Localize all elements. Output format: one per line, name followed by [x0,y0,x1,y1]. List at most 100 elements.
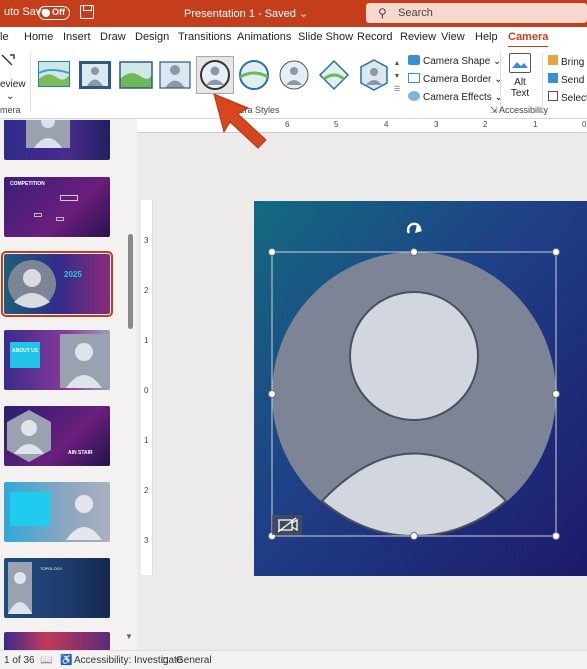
slide-avatar [60,334,108,388]
ruler-tick: 4 [384,120,389,129]
slide-avatar [66,495,102,540]
ruler-tick: 2 [483,120,488,129]
gallery-more-icon[interactable]: ☰ [392,83,402,96]
slide-highlight-box [10,342,40,368]
tab-home[interactable]: Home [24,31,53,43]
toggle-knob [42,9,50,17]
camera-feed-circle[interactable] [272,252,556,538]
camera-shape-button[interactable]: Camera Shape ⌄ [408,55,501,67]
tab-view[interactable]: View [441,31,465,43]
camera-effects-button[interactable]: Camera Effects ⌄ [408,91,503,103]
send-backward-icon [548,73,558,83]
gallery-scroll[interactable]: ▲ ▼ ☰ [392,57,402,97]
tab-animations[interactable]: Animations [237,31,291,43]
slide-thumbnail[interactable]: TOPOLOGY [4,558,110,618]
review-label: eview [0,79,26,90]
document-title[interactable]: Presentation 1 - Saved ⌄ [184,7,308,20]
tab-slide-show[interactable]: Slide Show [298,31,353,43]
send-backward-button[interactable]: Send B [548,73,587,86]
vertical-ruler: 3 2 1 0 1 2 3 [141,200,153,575]
sensitivity-icon: □ [162,655,169,666]
tab-file[interactable]: le [0,31,9,43]
slide-box [60,195,78,201]
notes-icon[interactable]: 📖 [40,655,52,666]
camera-style-thumb[interactable] [356,57,392,93]
tab-help[interactable]: Help [475,31,498,43]
slide-highlight-box [10,492,50,526]
ruler-tick: 0 [582,120,587,129]
camera-styles-launcher-icon[interactable]: ⇲ [490,105,498,116]
slide-thumbnail[interactable]: COMPETITION [4,177,110,237]
ruler-tick: 5 [334,120,339,129]
slide-caption: ABOUT US [12,348,39,354]
slide-thumbnail-selected[interactable]: 2025 [1,251,113,317]
panel-scroll-down-icon[interactable]: ▼ [125,632,133,641]
camera-style-thumb[interactable] [77,57,113,93]
status-bar: 1 of 36 📖 ♿ Accessibility: Investigate □… [0,650,587,669]
slide-hexagon-avatar [7,410,51,462]
tab-design[interactable]: Design [135,31,169,43]
bring-forward-button[interactable]: Bring F [548,55,587,68]
panel-scrollbar-thumb[interactable] [128,234,133,329]
slide-count[interactable]: 1 of 36 [4,655,35,666]
slide-caption: COMPETITION [10,181,45,187]
avatar-head [349,291,479,421]
camera-style-thumb[interactable] [157,57,193,93]
tab-record[interactable]: Record [357,31,392,43]
pointer-arrow-icon [213,93,267,149]
group-divider [542,53,543,111]
ruler-tick: 3 [144,236,149,245]
tab-draw[interactable]: Draw [100,31,126,43]
bring-forward-icon [548,55,558,65]
ruler-tick: 6 [285,120,290,129]
gallery-up-icon[interactable]: ▲ [392,57,402,70]
slide-avatar-circle [8,260,56,308]
tab-transitions[interactable]: Transitions [178,31,231,43]
camera-style-thumb[interactable] [118,57,154,93]
tab-review[interactable]: Review [400,31,436,43]
title-bar: uto Save Off Presentation 1 - Saved ⌄ ⚲ … [0,0,587,27]
camera-style-thumb[interactable] [316,57,352,93]
slide-thumbnail[interactable] [4,482,110,542]
selection-pane-label: Selecti [561,93,587,104]
camera-border-button[interactable]: Camera Border ⌄ [408,73,503,85]
alt-text-label-1: Alt [514,77,526,88]
search-box[interactable]: ⚲ Search [366,3,587,23]
camera-style-thumb[interactable] [276,57,312,93]
slide-thumbnail[interactable] [4,120,110,160]
camera-shape-icon [408,55,420,65]
accessibility-icon: ♿ [60,655,73,666]
ruler-tick: 2 [144,286,149,295]
ruler-tick: 3 [434,120,439,129]
camera-border-icon [408,73,420,83]
slide-box [56,217,64,221]
ruler-tick: 3 [144,536,149,545]
alt-text-icon [509,53,531,73]
slide-thumbnail[interactable]: ABOUT US [4,330,110,390]
review-dropdown-icon: ⌄ [6,91,15,102]
search-placeholder: Search [398,7,433,19]
slide-thumbnail[interactable] [4,632,110,650]
save-icon[interactable] [80,5,94,19]
current-slide[interactable] [254,201,587,576]
bring-forward-label: Bring F [561,57,587,68]
tab-insert[interactable]: Insert [63,31,91,43]
slide-thumbnail-panel: COMPETITION 2025 ABOUT US AIN STAIR TOPO… [0,120,137,650]
sensitivity-label[interactable]: General [176,655,212,666]
camera-review-icon [1,54,15,66]
gallery-down-icon[interactable]: ▼ [392,70,402,83]
camera-shape-label: Camera Shape ⌄ [423,56,502,67]
slide-avatar [8,562,32,614]
ribbon-tabs: le Home Insert Draw Design Transitions A… [0,27,587,48]
slide-thumbnail[interactable]: AIN STAIR [4,406,110,466]
autosave-toggle[interactable]: Off [38,6,70,20]
camera-off-icon[interactable] [272,515,302,535]
tab-camera[interactable]: Camera [508,31,549,48]
ribbon-camera: eview ⌄ mera ▲ ▼ ☰ mera Styles Camera Sh… [0,47,587,119]
camera-border-label: Camera Border ⌄ [423,74,503,85]
camera-style-thumb[interactable] [36,57,72,93]
alt-text-button[interactable]: Alt Text [506,53,534,99]
autosave-state: Off [52,7,65,17]
selection-pane-button[interactable]: Selecti [548,91,587,104]
selection-pane-icon [548,91,558,101]
